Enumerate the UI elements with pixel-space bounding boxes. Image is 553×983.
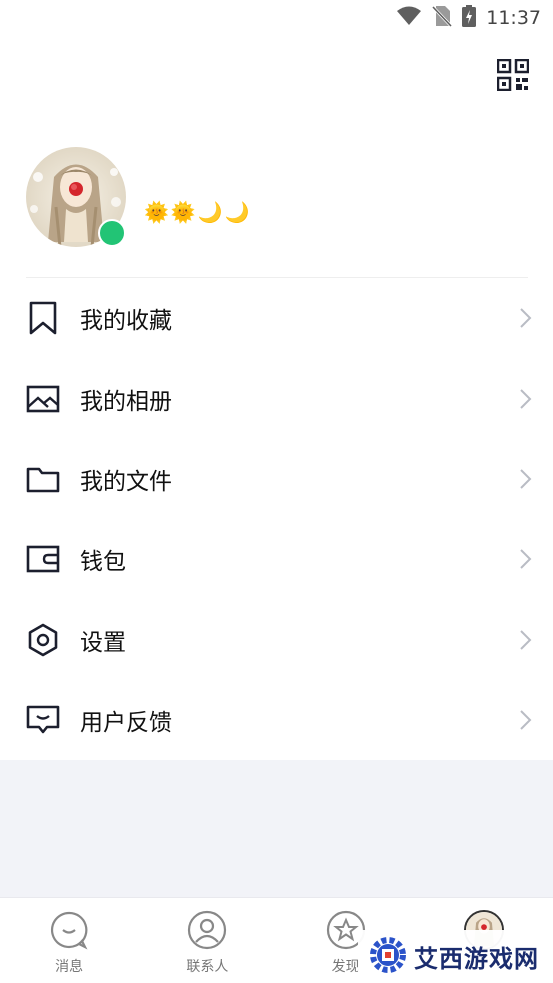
qr-code-button[interactable] xyxy=(494,56,532,94)
no-sim-icon xyxy=(432,5,453,31)
tab-label: 消息 xyxy=(55,959,84,975)
moon-icon: 🌙 xyxy=(224,200,250,224)
moon-icon: 🌙 xyxy=(197,200,223,224)
menu-item-files[interactable]: 我的文件 xyxy=(0,439,553,519)
menu-label: 我的文件 xyxy=(80,468,172,495)
empty-area xyxy=(0,760,553,897)
sun-icon: 🌞 xyxy=(170,200,196,224)
gear-logo-icon xyxy=(368,935,408,979)
wifi-icon xyxy=(396,6,422,30)
menu-item-wallet[interactable]: 钱包 xyxy=(0,519,553,599)
menu-label: 我的收藏 xyxy=(80,308,172,335)
bookmark-icon xyxy=(26,301,60,335)
image-icon xyxy=(26,382,60,416)
status-bar: 11:37 xyxy=(0,0,553,36)
contacts-icon xyxy=(187,910,227,950)
menu-item-feedback[interactable]: 用户反馈 xyxy=(0,680,553,760)
menu-item-album[interactable]: 我的相册 xyxy=(0,358,553,438)
battery-charging-icon xyxy=(462,5,477,31)
chevron-right-icon xyxy=(517,547,533,571)
menu-label: 钱包 xyxy=(80,549,126,576)
tab-label: 联系人 xyxy=(186,959,229,975)
sun-icon: 🌞 xyxy=(144,200,169,224)
chevron-right-icon xyxy=(517,628,533,652)
menu-list: 我的收藏 我的相册 我的文件 钱包 设置 用户反馈 xyxy=(0,278,553,760)
tab-contacts[interactable]: 联系人 xyxy=(138,898,276,983)
chevron-right-icon xyxy=(517,708,533,732)
wallet-icon xyxy=(26,542,60,576)
profile-header[interactable]: 🌞 🌞 🌙 🌙 xyxy=(26,147,528,247)
chevron-right-icon xyxy=(517,306,533,330)
online-status-dot xyxy=(98,219,126,247)
qr-code-icon xyxy=(497,59,529,91)
chevron-right-icon xyxy=(517,467,533,491)
watermark-text: 艾西游戏网 xyxy=(414,944,539,973)
watermark: 艾西游戏网 xyxy=(358,930,553,983)
level-badges: 🌞 🌞 🌙 🌙 xyxy=(144,200,250,224)
tab-label: 发现 xyxy=(331,959,360,975)
feedback-icon xyxy=(26,703,60,737)
status-time: 11:37 xyxy=(486,7,541,29)
menu-label: 我的相册 xyxy=(80,388,172,415)
settings-hex-icon xyxy=(26,623,60,657)
folder-icon xyxy=(26,462,60,496)
menu-item-settings[interactable]: 设置 xyxy=(0,600,553,680)
menu-label: 用户反馈 xyxy=(80,710,172,737)
chevron-right-icon xyxy=(517,387,533,411)
menu-item-favorites[interactable]: 我的收藏 xyxy=(0,278,553,358)
menu-label: 设置 xyxy=(80,629,126,656)
tab-messages[interactable]: 消息 xyxy=(0,898,138,983)
message-icon xyxy=(49,910,89,950)
